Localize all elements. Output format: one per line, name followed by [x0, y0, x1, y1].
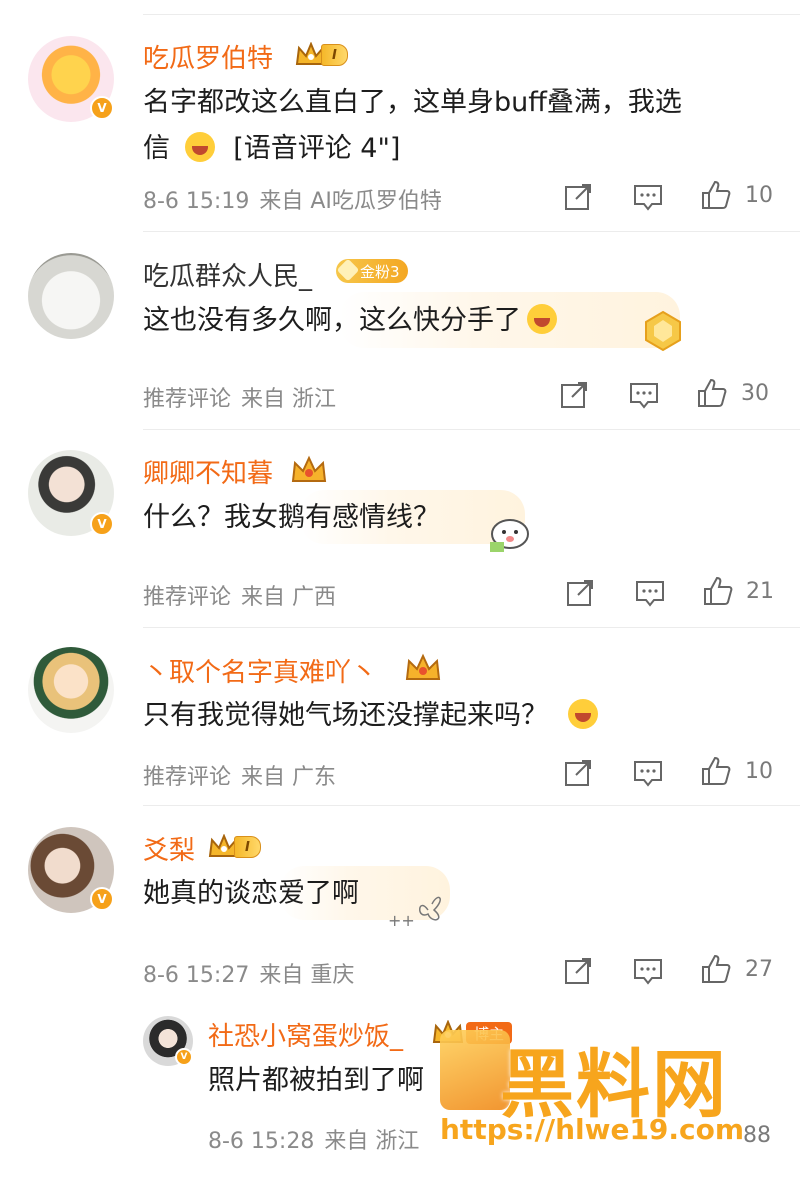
verified-icon: V — [90, 512, 114, 536]
like-icon[interactable] — [700, 953, 732, 985]
like-icon[interactable] — [700, 755, 732, 787]
crown-icon: I — [208, 834, 261, 860]
top-divider — [143, 14, 800, 15]
share-icon[interactable] — [564, 577, 596, 609]
comment-meta: 推荐评论 来自 广西 — [143, 585, 337, 610]
butterfly-decoration-icon: ++ — [388, 896, 441, 930]
like-icon[interactable] — [696, 377, 728, 409]
fan-badge: 金粉3 — [336, 258, 408, 283]
comment-meta: 8-6 15:27 来自 重庆 — [143, 963, 355, 988]
verified-icon: V — [90, 887, 114, 911]
username[interactable]: 丶取个名字真难吖丶 — [143, 652, 377, 689]
like-count: 27 — [745, 957, 773, 982]
laugh-emoji-icon — [568, 699, 598, 729]
avatar[interactable] — [28, 647, 114, 733]
comment-text: 只有我觉得她气场还没撑起来吗？ — [143, 693, 598, 738]
share-icon[interactable] — [562, 181, 594, 213]
like-count: 21 — [746, 579, 774, 604]
like-count: 30 — [741, 381, 769, 406]
level-badge: I — [234, 836, 261, 858]
comment-text: 她真的谈恋爱了啊 — [143, 878, 359, 909]
like-icon[interactable] — [702, 575, 734, 607]
crown-icon — [291, 455, 327, 482]
username[interactable]: 爻梨 — [143, 830, 195, 867]
username[interactable]: 卿卿不知暮 — [143, 453, 273, 490]
avatar[interactable]: V — [28, 36, 114, 122]
share-icon[interactable] — [562, 955, 594, 987]
divider — [143, 231, 800, 232]
like-count: 10 — [745, 183, 773, 208]
gem-decoration-icon — [645, 310, 681, 352]
divider — [143, 805, 800, 806]
avatar[interactable]: V — [28, 450, 114, 536]
comment-text: 这也没有多久啊，这么快分手了 — [143, 298, 557, 343]
share-icon[interactable] — [558, 379, 590, 411]
comment-meta: 推荐评论 来自 广东 — [143, 765, 337, 790]
comment-icon[interactable] — [632, 181, 664, 213]
comment-icon[interactable] — [632, 955, 664, 987]
sticker-icon — [490, 519, 529, 552]
avatar[interactable]: V — [28, 827, 114, 913]
verified-icon: V — [90, 96, 114, 120]
username[interactable]: 吃瓜群众人民_ — [143, 256, 312, 293]
level-badge: I — [321, 44, 348, 66]
watermark-url: https://hlwe19.com — [440, 1113, 745, 1146]
comment-meta: 8-6 15:19 来自 AI吃瓜罗伯特 — [143, 189, 442, 214]
username[interactable]: 社恐小窝蛋炒饭_ — [208, 1016, 403, 1053]
comment-icon[interactable] — [634, 577, 666, 609]
comment-text: 信 [语音评论 4"] — [143, 132, 401, 164]
divider — [143, 429, 800, 430]
verified-icon: V — [175, 1048, 193, 1066]
username[interactable]: 吃瓜罗伯特 — [143, 38, 273, 75]
divider — [143, 627, 800, 628]
comment-text: 名字都改这么直白了，这单身buff叠满，我选 — [143, 87, 682, 118]
emoji-icon — [184, 132, 215, 162]
comment-meta: 推荐评论 来自 浙江 — [143, 387, 337, 412]
avatar[interactable] — [28, 253, 114, 339]
comment-icon[interactable] — [632, 757, 664, 789]
crown-icon: I — [295, 42, 348, 68]
svg-text:++: ++ — [388, 911, 415, 930]
crown-icon — [405, 653, 441, 680]
like-count: 88 — [743, 1123, 771, 1148]
like-icon[interactable] — [700, 179, 732, 211]
share-icon[interactable] — [562, 757, 594, 789]
comment-icon[interactable] — [628, 379, 660, 411]
comment-text: 什么？我女鹅有感情线？ — [143, 502, 440, 533]
gem-icon — [336, 258, 360, 282]
laugh-emoji-icon — [527, 304, 557, 334]
reply-text: 照片都被拍到了啊 — [208, 1065, 424, 1096]
avatar[interactable]: V — [143, 1016, 193, 1066]
reply-meta: 8-6 15:28 来自 浙江 — [208, 1129, 420, 1154]
like-count: 10 — [745, 759, 773, 784]
